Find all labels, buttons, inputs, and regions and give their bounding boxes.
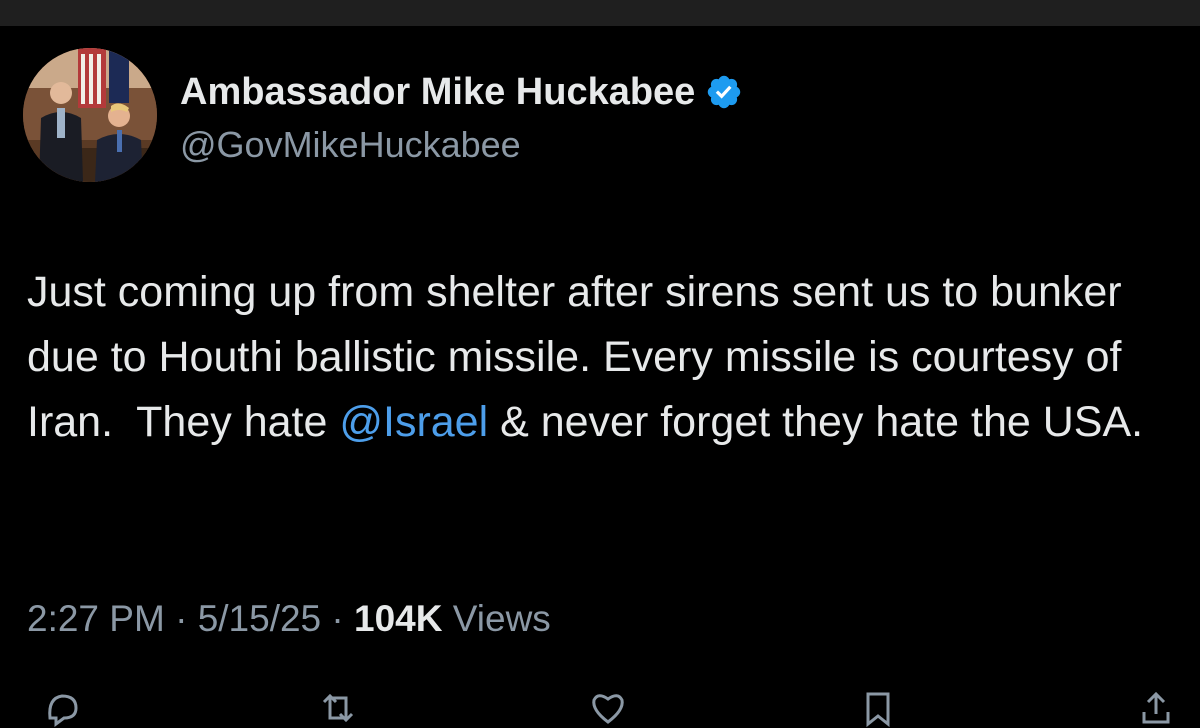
share-icon[interactable] (1136, 688, 1176, 728)
display-name[interactable]: Ambassador Mike Huckabee (180, 71, 695, 114)
tweet-text: Just coming up from shelter after sirens… (27, 260, 1177, 455)
author-row: Ambassador Mike Huckabee (180, 70, 743, 114)
tweet-date[interactable]: 5/15/25 (198, 598, 321, 639)
like-icon[interactable] (588, 688, 628, 728)
tweet: Ambassador Mike Huckabee @GovMikeHuckabe… (0, 26, 1200, 728)
views-count[interactable]: 104K (354, 598, 442, 639)
handle[interactable]: @GovMikeHuckabee (180, 124, 521, 166)
avatar[interactable] (23, 48, 157, 182)
retweet-icon[interactable] (318, 688, 358, 728)
action-bar (0, 688, 1200, 728)
top-bar (0, 0, 1200, 26)
meta-separator: · (321, 598, 355, 639)
meta-separator: · (164, 598, 198, 639)
verified-badge-icon[interactable] (705, 73, 743, 111)
views-label: Views (442, 598, 551, 639)
tweet-text-part-2: & never forget they hate the USA. (488, 398, 1144, 446)
mention-link[interactable]: @Israel (339, 398, 488, 446)
bookmark-icon[interactable] (858, 688, 898, 728)
tweet-meta: 2:27 PM · 5/15/25 · 104K Views (27, 598, 551, 640)
tweet-time[interactable]: 2:27 PM (27, 598, 165, 639)
avatar-image (23, 48, 157, 182)
reply-icon[interactable] (42, 688, 82, 728)
